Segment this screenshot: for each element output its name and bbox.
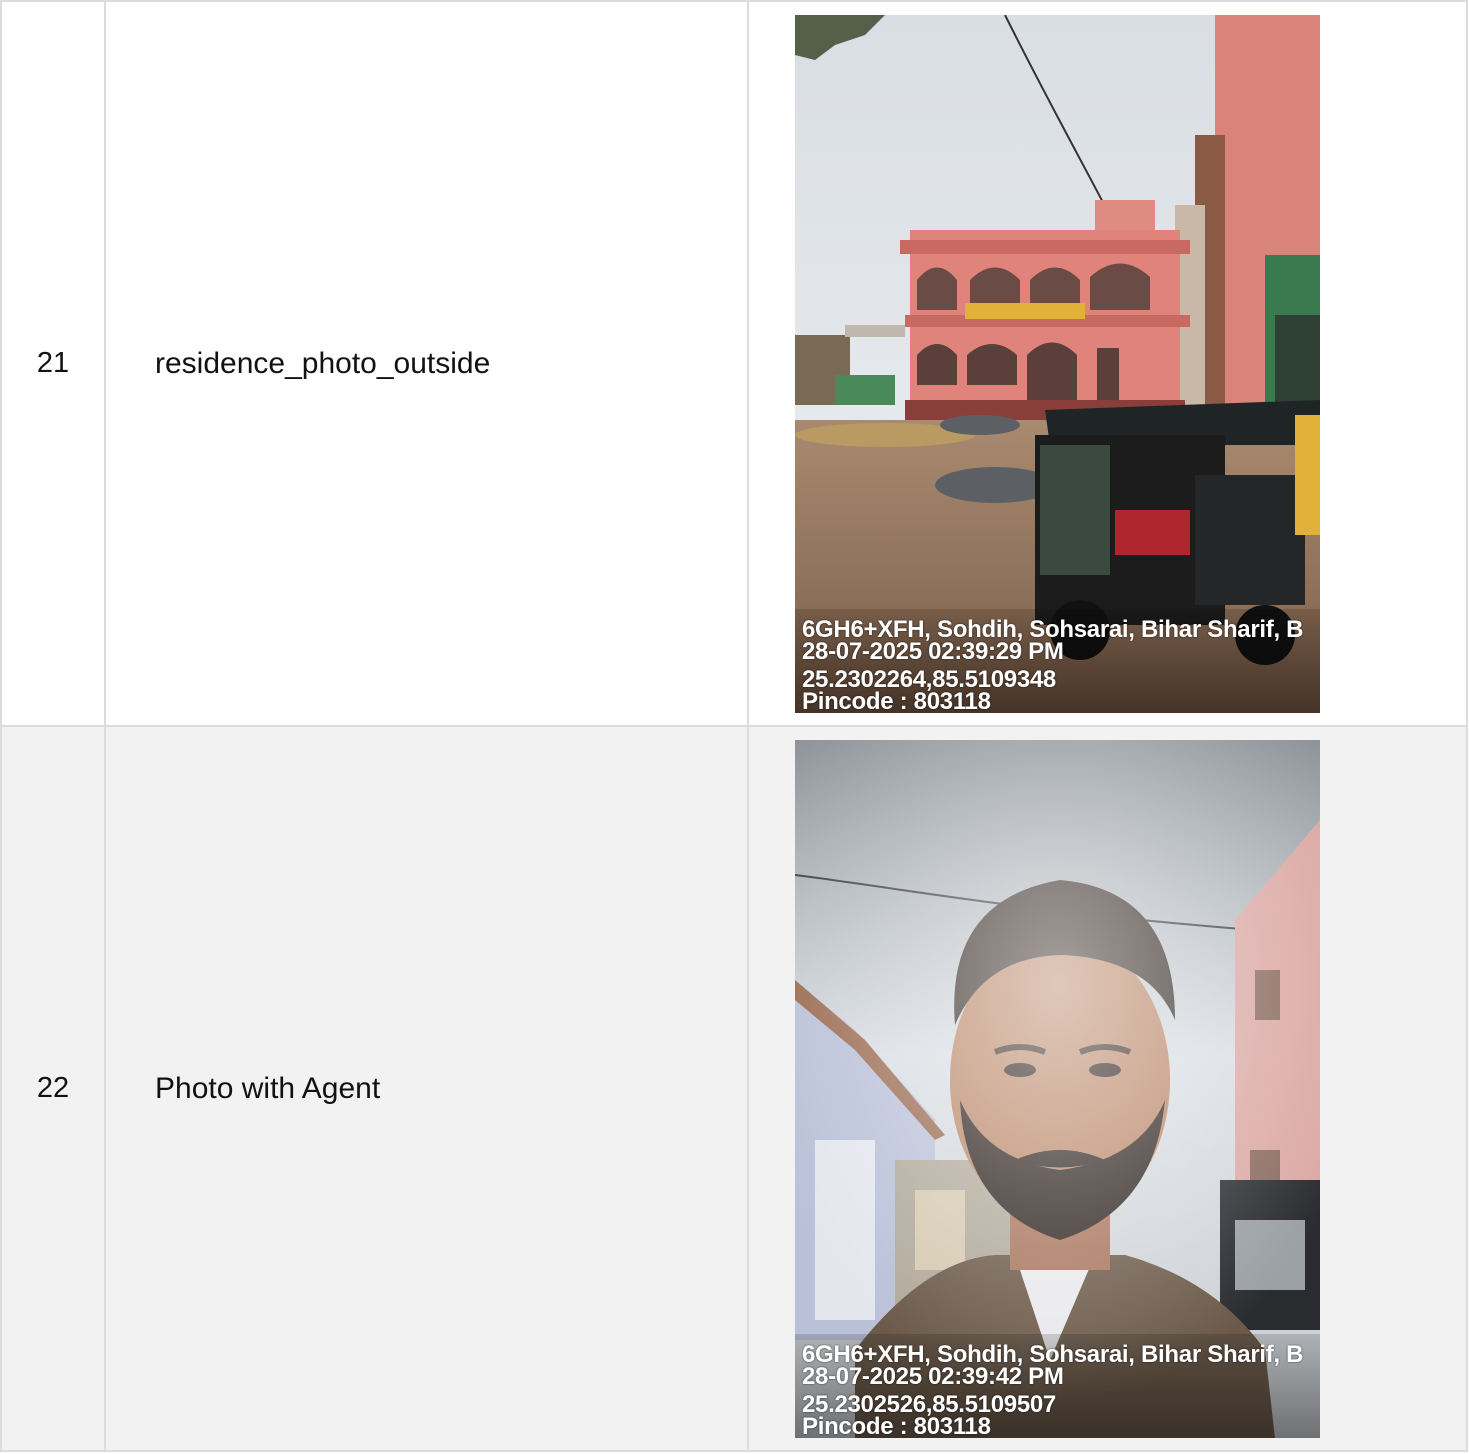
field-label: residence_photo_outside xyxy=(104,0,749,727)
stamp-datetime: 28-07-2025 02:39:29 PM xyxy=(802,637,1064,665)
table-row: 21 residence_photo_outside 6GH6+XFH, Soh… xyxy=(0,0,1468,727)
row-number: 21 xyxy=(0,0,106,727)
field-label: Photo with Agent xyxy=(104,725,749,1452)
photo-cell: 6GH6+XFH, Sohdih, Sohsarai, Bihar Sharif… xyxy=(747,0,1468,727)
stamp-datetime: 28-07-2025 02:39:42 PM xyxy=(802,1362,1064,1390)
residence-photo[interactable]: 6GH6+XFH, Sohdih, Sohsarai, Bihar Sharif… xyxy=(795,14,1320,713)
stamp-pincode: Pincode : 803118 xyxy=(802,1412,991,1438)
photo-cell: 6GH6+XFH, Sohdih, Sohsarai, Bihar Sharif… xyxy=(747,725,1468,1452)
verification-table: 21 residence_photo_outside 6GH6+XFH, Soh… xyxy=(0,0,1468,1452)
row-number: 22 xyxy=(0,725,106,1452)
stamp-pincode: Pincode : 803118 xyxy=(802,687,991,713)
table-row: 22 Photo with Agent 6GH6+XFH, Sohdih, So… xyxy=(0,725,1468,1452)
geo-stamp: 6GH6+XFH, Sohdih, Sohsarai, Bihar Sharif… xyxy=(802,1344,1320,1438)
agent-photo[interactable]: 6GH6+XFH, Sohdih, Sohsarai, Bihar Sharif… xyxy=(795,739,1320,1438)
geo-stamp: 6GH6+XFH, Sohdih, Sohsarai, Bihar Sharif… xyxy=(802,619,1320,713)
